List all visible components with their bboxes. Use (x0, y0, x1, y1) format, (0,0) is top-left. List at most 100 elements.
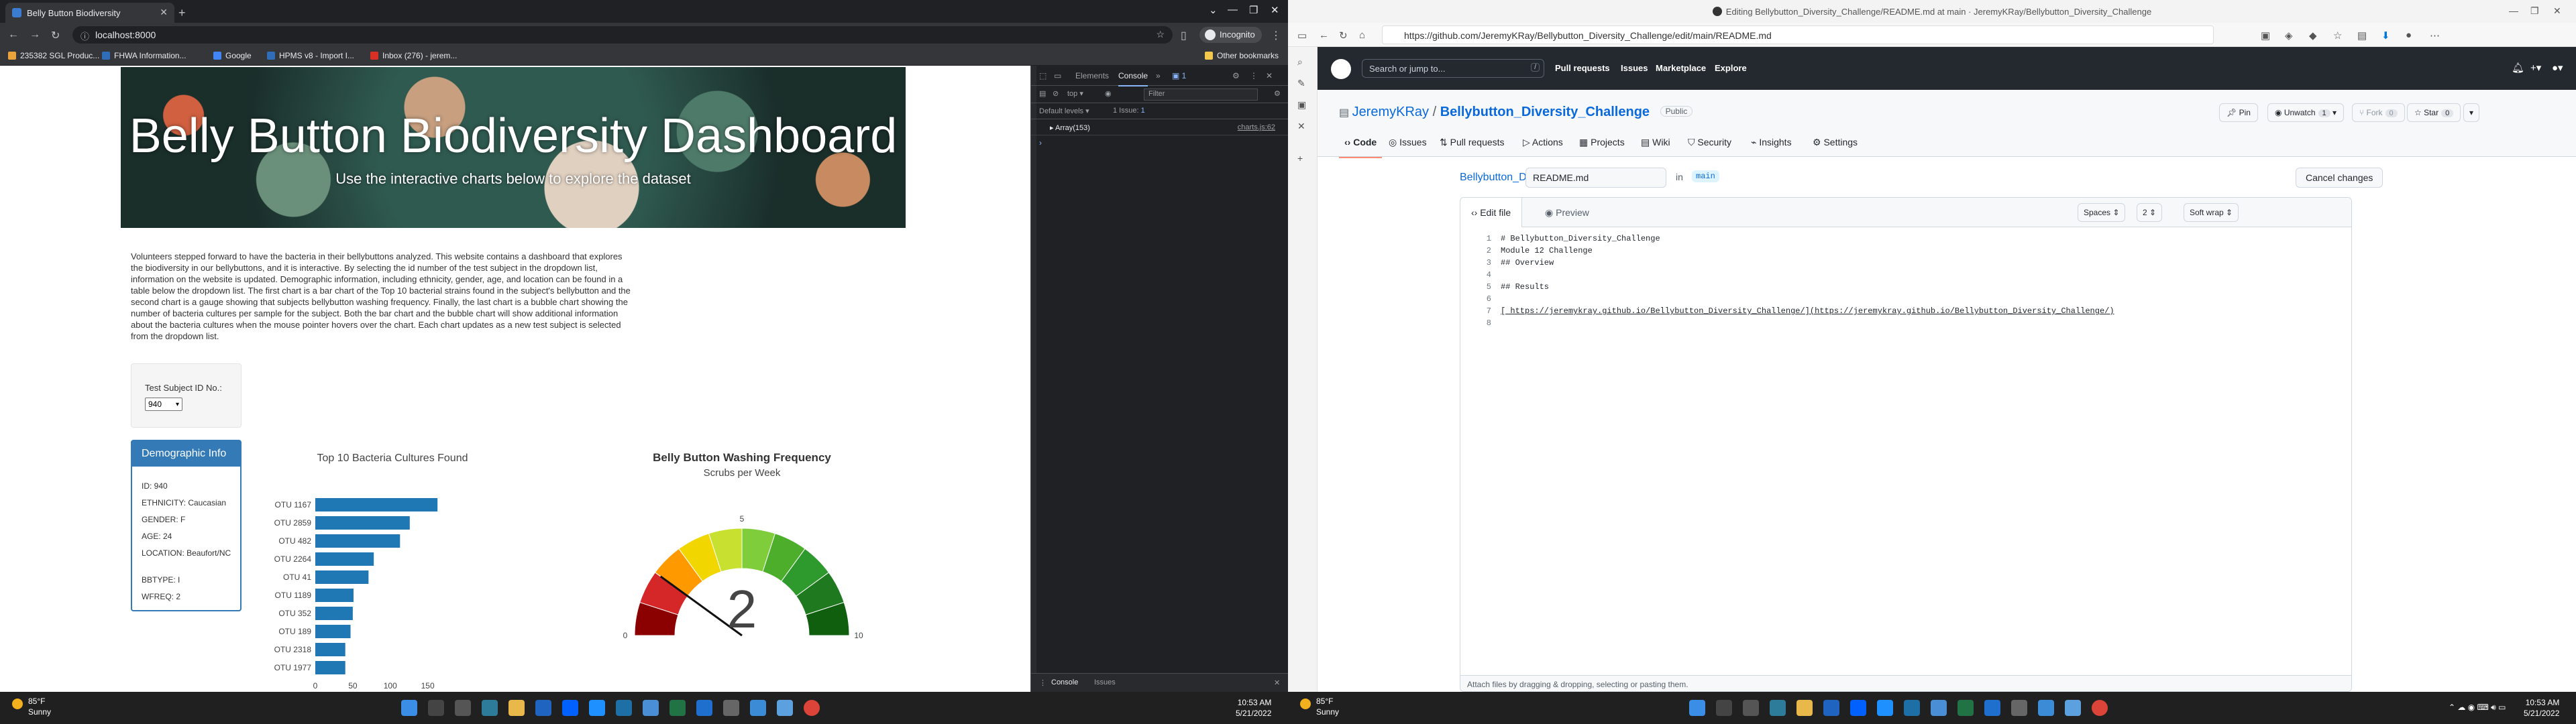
more-tabs-icon[interactable]: » (1156, 71, 1161, 80)
context-select[interactable]: top ▾ (1067, 89, 1083, 98)
drawer-tab-console[interactable]: Console (1051, 678, 1078, 686)
vscode-icon[interactable] (1984, 700, 2000, 716)
indent-size-select[interactable]: 2 ⇕ (2137, 203, 2163, 222)
dropbox-icon[interactable]: ◆ (2309, 29, 2317, 42)
start-icon[interactable] (1689, 700, 1705, 716)
extension-icon[interactable]: ◈ (2285, 29, 2293, 42)
tab-console[interactable]: Console (1118, 71, 1148, 86)
nav-pull-requests[interactable]: Pull requests (1555, 63, 1610, 73)
tab-code[interactable]: ‹› Code (1338, 137, 1383, 158)
weather-widget[interactable]: 85°F Sunny (12, 696, 51, 717)
app-icon[interactable] (643, 700, 659, 716)
app-icon[interactable] (616, 700, 632, 716)
back-icon[interactable]: ← (1319, 29, 1329, 41)
excel-icon[interactable] (1957, 700, 1974, 716)
inspect-icon[interactable]: ⬚ (1039, 71, 1046, 80)
search-icon[interactable] (1716, 700, 1732, 716)
app-icon[interactable] (1904, 700, 1920, 716)
info-icon[interactable]: ⓘ (80, 29, 89, 42)
avatar[interactable]: ●▾ (2552, 62, 2563, 74)
clock[interactable]: 10:53 AM 5/21/2022 (1236, 697, 1271, 719)
tab-pull-requests[interactable]: ⇅ Pull requests (1440, 137, 1505, 148)
clear-icon[interactable]: ⊘ (1053, 89, 1059, 98)
tab-projects[interactable]: ▦ Projects (1579, 137, 1625, 148)
close-window-icon[interactable]: ✕ (2553, 5, 2561, 17)
issues-button[interactable]: 1 Issue: 1 (1113, 107, 1145, 115)
excel-icon[interactable] (669, 700, 686, 716)
cancel-changes-button[interactable]: Cancel changes (2296, 168, 2383, 188)
reload-icon[interactable]: ↻ (1339, 29, 1348, 42)
unwatch-button[interactable]: ◉ Unwatch 1 ▾ (2267, 103, 2344, 122)
filter-input[interactable]: Filter (1144, 88, 1258, 101)
subject-id-select[interactable]: 940 ▾ (145, 398, 182, 411)
pin-button[interactable]: 📌︎ Pin (2219, 103, 2258, 122)
bookmark-item[interactable]: Inbox (276) - jerem... (370, 51, 457, 60)
tab-preview[interactable]: ◉ Preview (1534, 198, 1600, 227)
edge-icon[interactable] (1770, 700, 1786, 716)
home-icon[interactable]: ⌂ (1359, 29, 1365, 41)
close-icon[interactable]: ✕ (1266, 71, 1273, 80)
app-icon[interactable] (2038, 700, 2054, 716)
console-prompt[interactable]: › (1039, 138, 1042, 147)
add-icon[interactable]: + (1297, 153, 1308, 164)
nav-marketplace[interactable]: Marketplace (1656, 63, 1706, 73)
minimize-icon[interactable]: — (1228, 4, 1238, 15)
app-icon[interactable] (1877, 700, 1893, 716)
extension-icon[interactable]: ▣ (2261, 29, 2270, 42)
edge-icon[interactable] (482, 700, 498, 716)
sidebar-toggle-icon[interactable]: ▤ (1039, 89, 1046, 98)
gauge-chart[interactable]: Belly Button Washing Frequency Scrubs pe… (610, 374, 932, 656)
chrome-icon[interactable] (2092, 700, 2108, 716)
code-editor[interactable]: 1 # Bellybutton_Diversity_Challenge 2 Modu… (1460, 227, 2351, 663)
system-tray-icons[interactable]: ⌃ ☁ ◉ ⌨ 🔊︎ ▭ (2449, 703, 2506, 713)
tab-settings[interactable]: ⚙ Settings (1813, 137, 1858, 148)
tab-edit-file[interactable]: ‹› Edit file (1460, 198, 1523, 228)
back-icon[interactable]: ← (8, 29, 19, 41)
maximize-icon[interactable]: ❐ (2530, 5, 2539, 17)
start-icon[interactable] (401, 700, 417, 716)
app-icon[interactable] (2011, 700, 2027, 716)
menu-kebab-icon[interactable]: ⋮ (1250, 71, 1258, 80)
messages-icon[interactable]: ▣ 1 (1172, 71, 1186, 80)
device-icon[interactable]: ▭ (1054, 71, 1061, 80)
gear-icon[interactable]: ⚙ (1232, 71, 1240, 80)
close-icon[interactable]: ✕ (1274, 678, 1280, 687)
address-bar[interactable]: ⓘ localhost:8000 ☆ (72, 26, 1173, 44)
tab-insights[interactable]: ⌁ Insights (1751, 137, 1792, 148)
bookmark-item[interactable]: Google (213, 51, 252, 60)
repo-name-link[interactable]: Bellybutton_Diversity_Challenge (1440, 105, 1650, 119)
tab-wiki[interactable]: ▤ Wiki (1641, 137, 1670, 148)
file-name-input[interactable]: README.md (1525, 168, 1666, 188)
star-dropdown-button[interactable]: ▾ (2463, 103, 2480, 122)
bookmark-item[interactable]: FHWA Information... (102, 51, 186, 60)
task-view-icon[interactable] (455, 700, 471, 716)
chrome-icon[interactable] (804, 700, 820, 716)
bookmark-item[interactable]: 235382 SGL Produc... (8, 51, 99, 60)
chevron-down-icon[interactable]: ⌄ (1209, 4, 1218, 16)
bookmark-item[interactable]: HPMS v8 - Import I... (267, 51, 354, 60)
github-logo-icon[interactable] (1331, 59, 1351, 79)
reload-icon[interactable]: ↻ (51, 29, 60, 42)
star-button[interactable]: ☆ Star 0 (2407, 103, 2461, 122)
fork-button[interactable]: ⑂ Fork 0 (2352, 103, 2405, 122)
outlook-icon[interactable] (535, 700, 551, 716)
minimize-icon[interactable]: — (2509, 5, 2518, 16)
tab-security[interactable]: ⛉ Security (1688, 137, 1731, 148)
menu-kebab-icon[interactable]: ⋮ (1039, 678, 1046, 687)
app-icon[interactable] (750, 700, 766, 716)
app-icon[interactable] (2065, 700, 2081, 716)
search-input[interactable]: Search or jump to... / (1362, 59, 1544, 78)
clock[interactable]: 10:53 AM 5/21/2022 (2524, 697, 2559, 719)
drawer-tab-issues[interactable]: Issues (1094, 678, 1116, 686)
sidebar-app-icon[interactable]: ▣ (1297, 99, 1308, 110)
close-window-icon[interactable]: ✕ (1271, 4, 1279, 16)
collections-icon[interactable]: ▤ (2357, 29, 2367, 42)
task-view-icon[interactable] (1743, 700, 1759, 716)
plus-icon[interactable]: +▾ (2530, 62, 2541, 74)
gear-icon[interactable]: ⚙ (1274, 89, 1281, 98)
new-tab-icon[interactable]: + (178, 6, 186, 20)
wrap-mode-select[interactable]: Soft wrap ⇕ (2184, 203, 2239, 222)
nav-explore[interactable]: Explore (1715, 63, 1747, 73)
menu-kebab-icon[interactable]: ⋮ (1271, 29, 1281, 42)
forward-icon[interactable]: → (30, 29, 40, 41)
